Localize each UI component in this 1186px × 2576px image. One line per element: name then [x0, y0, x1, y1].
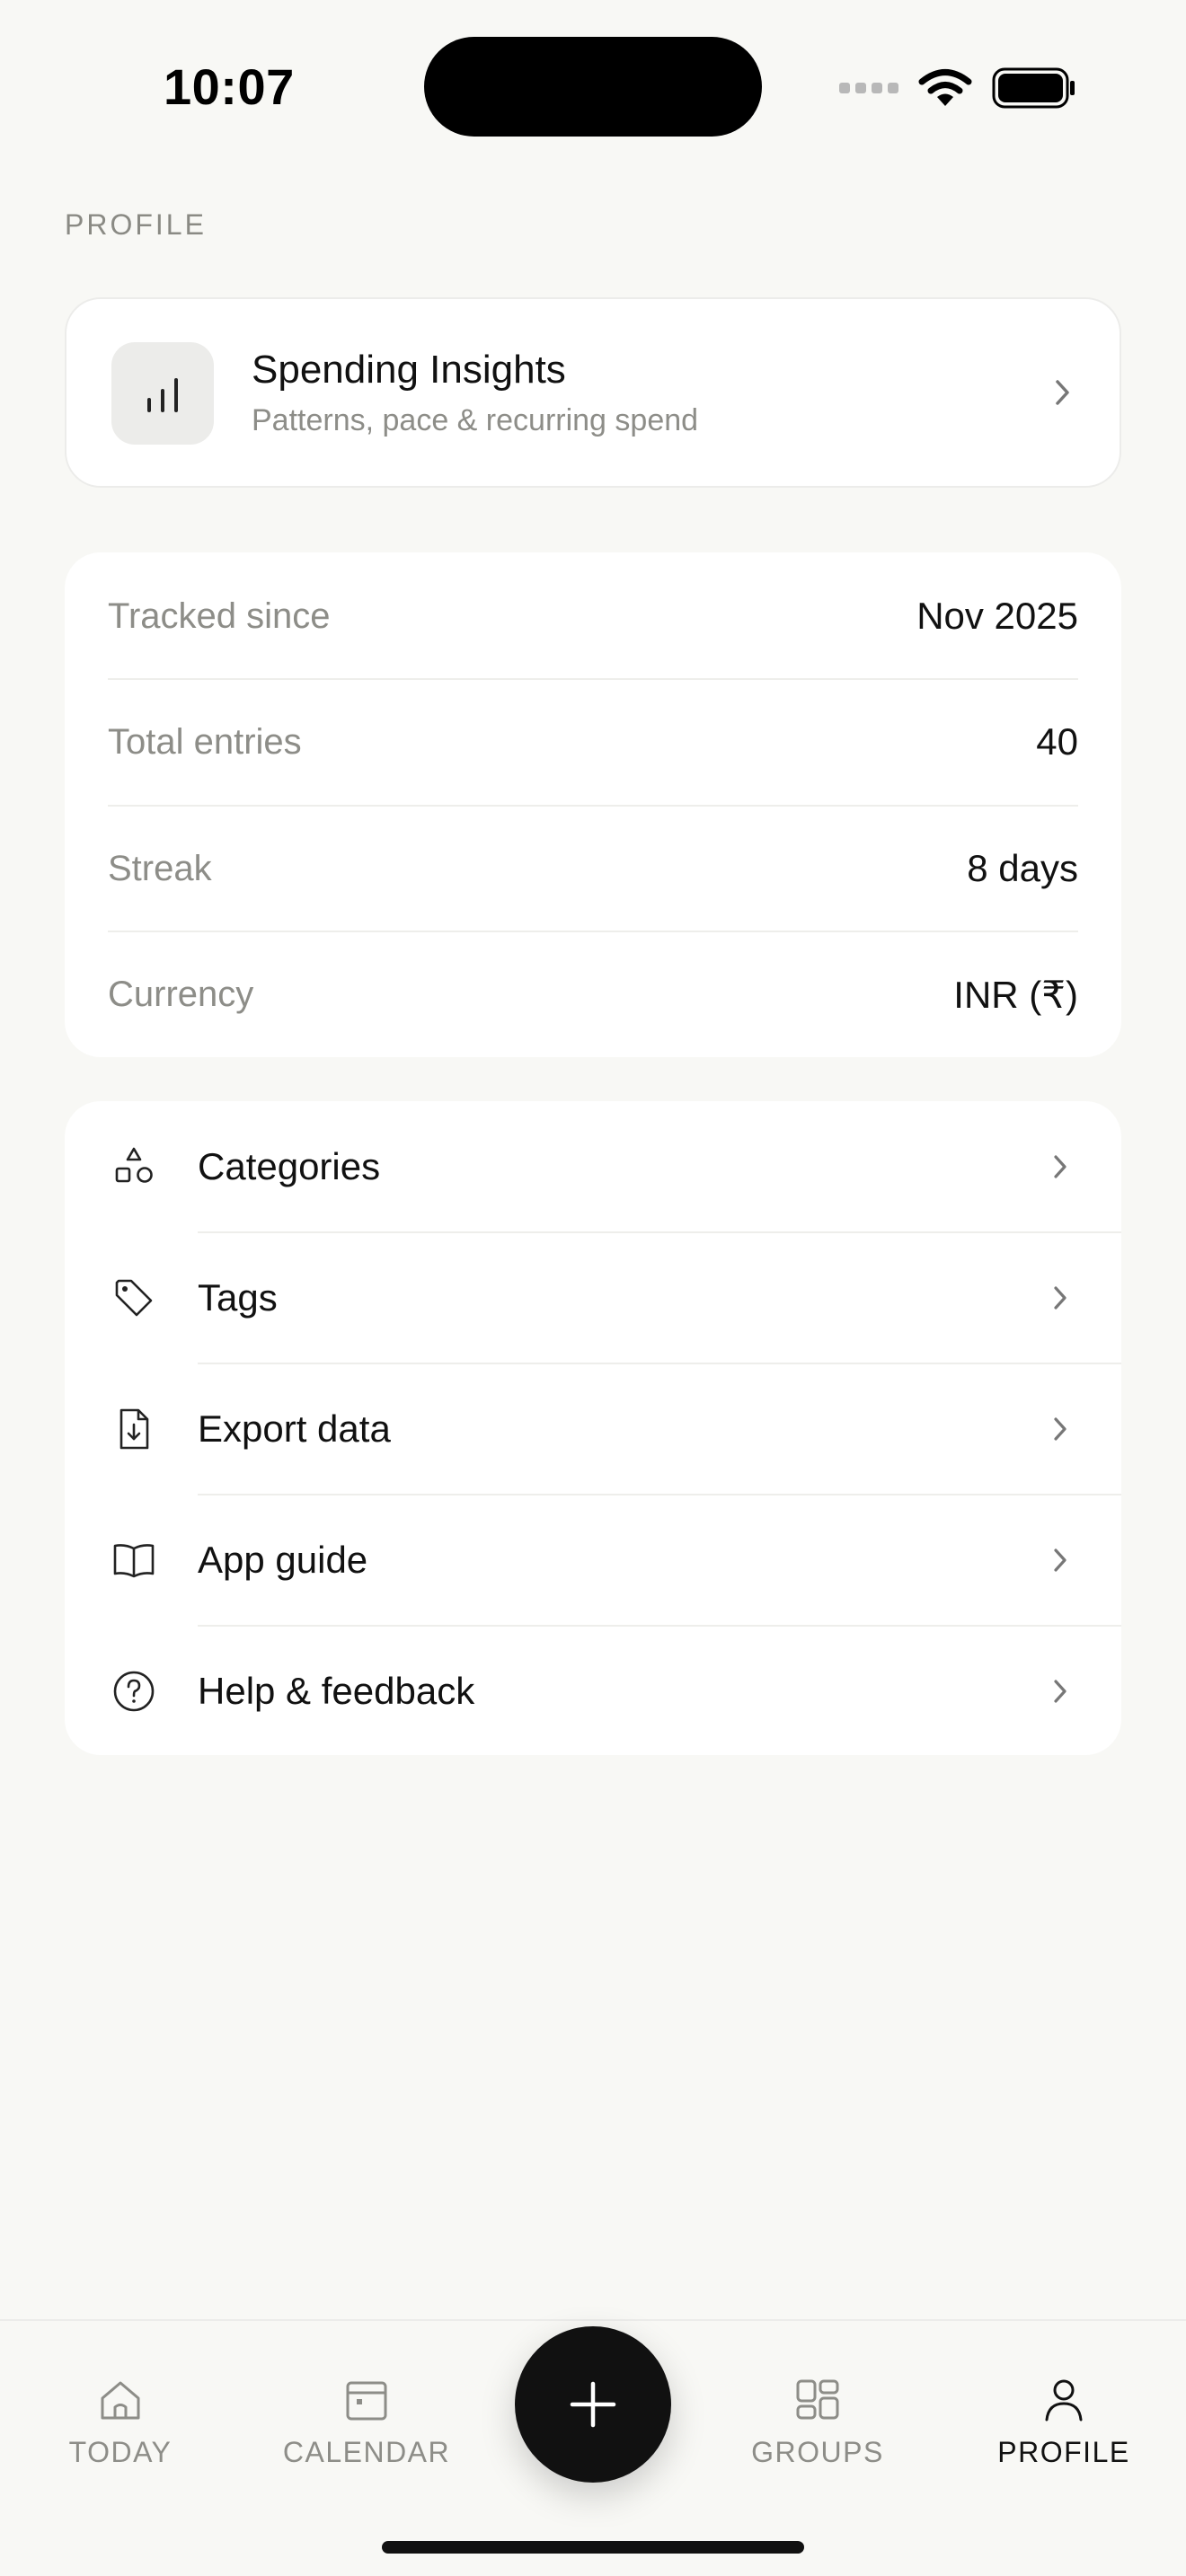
menu-item-export-data[interactable]: Export data — [65, 1363, 1121, 1495]
help-circle-icon — [113, 1671, 155, 1712]
menu-item-label: Categories — [198, 1145, 381, 1187]
bar-chart-icon — [111, 342, 214, 445]
tab-label: PROFILE — [997, 2436, 1130, 2468]
insights-title: Spending Insights — [252, 348, 566, 392]
menu-item-label: App guide — [198, 1539, 368, 1581]
stat-label: Streak — [108, 848, 212, 888]
shapes-icon — [115, 1147, 153, 1183]
wifi-icon — [918, 69, 972, 106]
tab-label: TODAY — [68, 2436, 173, 2468]
chevron-right-icon — [1056, 380, 1069, 405]
stat-label: Tracked since — [108, 595, 331, 636]
chevron-right-icon — [1054, 1680, 1067, 1703]
calendar-icon — [346, 2381, 387, 2421]
stat-value: Nov 2025 — [916, 595, 1078, 637]
settings-menu: Categories Tags Export data App guide He… — [65, 1101, 1121, 1755]
chevron-right-icon — [1054, 1548, 1067, 1572]
stat-row-currency: Currency INR (₹) — [108, 931, 1078, 1057]
stat-label: Currency — [108, 974, 254, 1014]
home-indicator — [382, 2541, 804, 2554]
menu-item-tags[interactable]: Tags — [65, 1232, 1121, 1363]
menu-item-label: Export data — [198, 1407, 391, 1450]
dynamic-island — [424, 37, 762, 137]
file-download-icon — [119, 1408, 149, 1450]
user-icon — [1045, 2379, 1083, 2422]
chevron-right-icon — [1054, 1417, 1067, 1441]
stat-value: INR (₹) — [953, 973, 1078, 1016]
plus-icon — [570, 2381, 616, 2428]
page-title: PROFILE — [65, 208, 207, 241]
book-icon — [113, 1544, 155, 1578]
profile-screen: 10:07 PROFILE Spending Insights Patterns… — [0, 0, 1186, 2576]
grid-icon — [796, 2379, 839, 2420]
tab-today[interactable]: TODAY — [22, 2375, 219, 2469]
menu-item-help-feedback[interactable]: Help & feedback — [65, 1626, 1121, 1757]
spending-insights-card[interactable]: Spending Insights Patterns, pace & recur… — [65, 297, 1121, 488]
insights-subtitle: Patterns, pace & recurring spend — [252, 403, 699, 437]
status-indicators — [839, 66, 1076, 110]
status-time: 10:07 — [164, 58, 295, 115]
tab-label: GROUPS — [751, 2436, 884, 2468]
cellular-signal-icon — [839, 83, 898, 93]
menu-item-label: Tags — [198, 1276, 278, 1319]
tab-calendar[interactable]: CALENDAR — [268, 2375, 465, 2469]
battery-icon — [992, 67, 1075, 109]
home-icon — [101, 2381, 140, 2420]
tab-groups[interactable]: GROUPS — [719, 2375, 916, 2469]
tab-label: CALENDAR — [282, 2436, 451, 2468]
stat-value: 40 — [1036, 720, 1078, 763]
tag-icon — [115, 1279, 153, 1317]
menu-item-label: Help & feedback — [198, 1670, 475, 1712]
tab-profile[interactable]: PROFILE — [965, 2375, 1163, 2469]
menu-item-categories[interactable]: Categories — [65, 1101, 1121, 1232]
stat-row-total-entries: Total entries 40 — [108, 679, 1078, 805]
stat-row-streak: Streak 8 days — [108, 806, 1078, 931]
stat-value: 8 days — [967, 847, 1078, 889]
stat-row-tracked-since: Tracked since Nov 2025 — [108, 553, 1078, 679]
stat-label: Total entries — [108, 721, 302, 762]
stats-card: Tracked since Nov 2025 Total entries 40 … — [65, 552, 1121, 1057]
add-entry-button[interactable] — [515, 2326, 671, 2483]
chevron-right-icon — [1054, 1286, 1067, 1310]
menu-item-app-guide[interactable]: App guide — [65, 1495, 1121, 1626]
chevron-right-icon — [1054, 1155, 1067, 1178]
